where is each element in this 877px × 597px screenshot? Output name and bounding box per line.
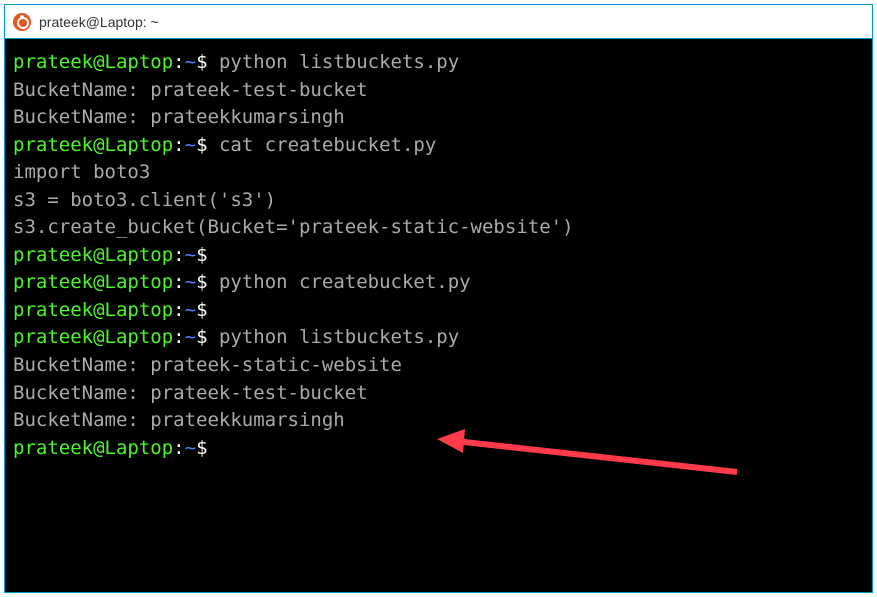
prompt-user: prateek@Laptop [13, 299, 173, 321]
prompt-sigil: $ [196, 437, 207, 459]
prompt-sigil: $ [196, 134, 207, 156]
prompt-sigil: $ [196, 299, 207, 321]
command-text: python listbuckets.py [208, 51, 460, 73]
terminal-body[interactable]: prateek@Laptop:~$ python listbuckets.py … [5, 39, 872, 592]
terminal-output: BucketName: prateekkumarsingh [13, 407, 864, 435]
terminal-line: prateek@Laptop:~$ cat createbucket.py [13, 132, 864, 160]
terminal-line: prateek@Laptop:~$ [13, 435, 864, 463]
terminal-output: BucketName: prateek-test-bucket [13, 77, 864, 105]
terminal-output: BucketName: prateek-static-website [13, 352, 864, 380]
terminal-output: import boto3 [13, 159, 864, 187]
prompt-path: ~ [185, 51, 196, 73]
command-text: python listbuckets.py [208, 326, 460, 348]
prompt-sep: : [173, 134, 184, 156]
prompt-sigil: $ [196, 51, 207, 73]
title-bar[interactable]: prateek@Laptop: ~ [5, 5, 872, 39]
prompt-user: prateek@Laptop [13, 326, 173, 348]
prompt-sep: : [173, 244, 184, 266]
prompt-path: ~ [185, 299, 196, 321]
ubuntu-icon [13, 13, 31, 31]
terminal-line: prateek@Laptop:~$ [13, 297, 864, 325]
prompt-sep: : [173, 51, 184, 73]
terminal-output: BucketName: prateekkumarsingh [13, 104, 864, 132]
prompt-sigil: $ [196, 326, 207, 348]
command-text: python createbucket.py [208, 271, 471, 293]
prompt-path: ~ [185, 271, 196, 293]
prompt-user: prateek@Laptop [13, 51, 173, 73]
prompt-sep: : [173, 326, 184, 348]
terminal-output: BucketName: prateek-test-bucket [13, 380, 864, 408]
terminal-line: prateek@Laptop:~$ python createbucket.py [13, 269, 864, 297]
terminal-output: s3.create_bucket(Bucket='prateek-static-… [13, 214, 864, 242]
prompt-user: prateek@Laptop [13, 134, 173, 156]
prompt-path: ~ [185, 134, 196, 156]
terminal-line: prateek@Laptop:~$ python listbuckets.py [13, 49, 864, 77]
prompt-user: prateek@Laptop [13, 271, 173, 293]
prompt-path: ~ [185, 244, 196, 266]
prompt-path: ~ [185, 326, 196, 348]
terminal-output: s3 = boto3.client('s3') [13, 187, 864, 215]
prompt-sigil: $ [196, 271, 207, 293]
prompt-path: ~ [185, 437, 196, 459]
command-text: cat createbucket.py [208, 134, 437, 156]
terminal-window: prateek@Laptop: ~ prateek@Laptop:~$ pyth… [4, 4, 873, 593]
window-title: prateek@Laptop: ~ [39, 14, 159, 30]
prompt-sep: : [173, 299, 184, 321]
terminal-line: prateek@Laptop:~$ [13, 242, 864, 270]
prompt-user: prateek@Laptop [13, 244, 173, 266]
prompt-sep: : [173, 271, 184, 293]
prompt-user: prateek@Laptop [13, 437, 173, 459]
prompt-sigil: $ [196, 244, 207, 266]
prompt-sep: : [173, 437, 184, 459]
terminal-line: prateek@Laptop:~$ python listbuckets.py [13, 324, 864, 352]
